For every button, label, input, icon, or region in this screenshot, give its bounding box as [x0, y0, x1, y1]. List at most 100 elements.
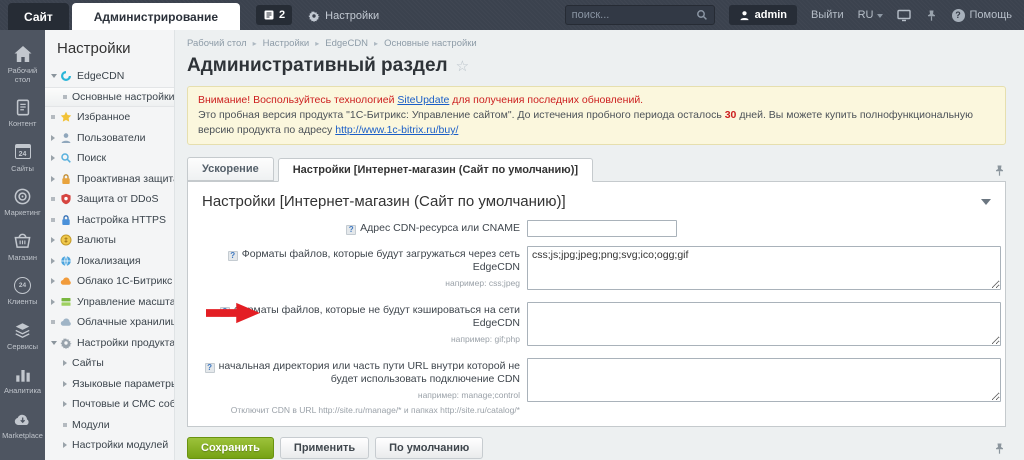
help-button[interactable]: ? Помощь [951, 8, 1012, 22]
bullet-icon [63, 423, 72, 427]
rail-item-marketplace[interactable]: Marketplace [0, 403, 45, 448]
tab-administration[interactable]: Администрирование [71, 3, 241, 30]
rail-item-content[interactable]: Контент [0, 91, 45, 136]
chevron-collapsed-icon[interactable] [63, 360, 72, 366]
top-bar: Сайт Администрирование 2 Настройки admin… [0, 0, 1024, 30]
favorite-star-icon[interactable]: ☆ [456, 57, 469, 75]
collapse-chevron-icon[interactable] [981, 198, 991, 205]
menu-item-scaling[interactable]: Управление масштабирова [45, 292, 174, 313]
bullet-icon [51, 320, 60, 324]
chevron-collapsed-icon[interactable] [51, 258, 60, 264]
menu-item-currencies[interactable]: Валюты [45, 230, 174, 251]
menu-item-main-settings[interactable]: Основные настройки [45, 86, 174, 107]
bullet-icon [51, 115, 60, 119]
panel-heading: Настройки [Интернет-магазин (Сайт по умо… [202, 193, 566, 210]
menu-item-localization[interactable]: Локализация [45, 251, 174, 272]
breadcrumb-item[interactable]: Настройки [263, 38, 310, 49]
field-row-formats-load: ? Форматы файлов, которые будут загружать… [188, 246, 1005, 293]
calendar-icon: 24 [13, 142, 33, 162]
default-button[interactable]: По умолчанию [375, 437, 484, 459]
tab-settings-store[interactable]: Настройки [Интернет-магазин (Сайт по умо… [277, 158, 594, 182]
start-directory-textarea[interactable] [527, 358, 1001, 402]
chevron-collapsed-icon[interactable] [51, 237, 60, 243]
menu-item-proactive-protection[interactable]: Проактивная защита [45, 169, 174, 190]
formats-nocache-textarea[interactable] [527, 302, 1001, 346]
field-help-icon[interactable]: ? [204, 363, 215, 373]
breadcrumb-item[interactable]: Рабочий стол [187, 38, 247, 49]
menu-item-ddos-protection[interactable]: Защита от DDoS [45, 189, 174, 210]
field-hint: например: css;jpeg [445, 278, 520, 288]
rail-item-services[interactable]: Сервисы [0, 314, 45, 359]
search-icon[interactable] [696, 9, 708, 21]
menu-item-language-params[interactable]: Языковые параметры [45, 374, 174, 395]
apply-button[interactable]: Применить [279, 437, 370, 459]
chevron-expanded-icon[interactable] [51, 341, 60, 345]
pin-icon[interactable] [993, 164, 1006, 177]
menu-item-https-settings[interactable]: Настройка HTTPS [45, 210, 174, 231]
rail-item-desktop[interactable]: Рабочий стол [0, 38, 45, 91]
save-button[interactable]: Сохранить [187, 437, 274, 459]
cloud-download-icon [13, 409, 33, 429]
buy-link[interactable]: http://www.1c-bitrix.ru/buy/ [335, 124, 458, 136]
basket-icon [13, 231, 33, 251]
chevron-collapsed-icon[interactable] [63, 442, 72, 448]
chart-icon [13, 364, 33, 384]
tab-site[interactable]: Сайт [8, 3, 69, 30]
breadcrumb-item[interactable]: EdgeCDN [325, 38, 368, 49]
lock-blue-icon [60, 214, 74, 226]
menu-item-modules[interactable]: Модули [45, 415, 174, 436]
user-icon [739, 10, 750, 21]
language-select[interactable]: RU [858, 9, 883, 21]
menu-item-edgecdn[interactable]: EdgeCDN [45, 66, 174, 87]
menu-item-bitrix-cloud[interactable]: Облако 1С-Битрикс [45, 271, 174, 292]
home-icon [13, 44, 33, 64]
chevron-collapsed-icon[interactable] [51, 135, 60, 141]
rail-item-store[interactable]: Магазин [0, 225, 45, 270]
days-remaining: 30 [724, 109, 737, 121]
menu-item-favorites[interactable]: Избранное [45, 107, 174, 128]
menu-item-mail-sms-events[interactable]: Почтовые и СМС события [45, 394, 174, 415]
menu-item-users[interactable]: Пользователи [45, 128, 174, 149]
module-rail: Рабочий стол Контент 24 Сайты Маркетинг … [0, 30, 45, 460]
menu-item-cloud-storage[interactable]: Облачные хранилища [45, 312, 174, 333]
message-icon [263, 9, 275, 21]
field-help-icon[interactable]: ? [227, 251, 238, 261]
server-icon [60, 296, 74, 308]
menu-item-autocache[interactable]: Автокеширование [45, 456, 174, 460]
rail-item-analytics[interactable]: Аналитика [0, 358, 45, 403]
question-icon: ? [951, 8, 965, 22]
star-icon [60, 111, 74, 123]
form-actions: Сохранить Применить По умолчанию [187, 437, 1006, 459]
panel-toggle-icon[interactable] [896, 8, 911, 22]
siteupdate-link[interactable]: SiteUpdate [397, 94, 449, 106]
chevron-collapsed-icon[interactable] [63, 381, 72, 387]
breadcrumb-item[interactable]: Основные настройки [384, 38, 477, 49]
topbar-settings-button[interactable]: Настройки [308, 10, 379, 22]
pin-icon[interactable] [925, 9, 938, 22]
user-menu-button[interactable]: admin [728, 5, 798, 25]
search-input[interactable] [571, 9, 696, 21]
chevron-collapsed-icon[interactable] [51, 155, 60, 161]
menu-item-sites[interactable]: Сайты [45, 353, 174, 374]
menu-item-product-settings[interactable]: Настройки продукта [45, 333, 174, 354]
rail-item-sites[interactable]: 24 Сайты [0, 136, 45, 181]
rail-item-marketing[interactable]: Маркетинг [0, 180, 45, 225]
chevron-collapsed-icon[interactable] [51, 176, 60, 182]
chevron-collapsed-icon[interactable] [51, 299, 60, 305]
field-hint: например: gif;php [450, 334, 520, 344]
menu-item-module-settings[interactable]: Настройки модулей [45, 435, 174, 456]
rail-item-clients[interactable]: 24 Клиенты [0, 269, 45, 314]
tab-acceleration[interactable]: Ускорение [187, 157, 274, 181]
chevron-collapsed-icon[interactable] [51, 278, 60, 284]
logout-link[interactable]: Выйти [811, 9, 844, 21]
globe-icon [60, 255, 74, 267]
field-help-icon[interactable]: ? [346, 225, 357, 235]
chevron-collapsed-icon[interactable] [63, 401, 72, 407]
coin-icon [60, 234, 74, 246]
cdn-address-input[interactable] [527, 220, 677, 237]
menu-item-search[interactable]: Поиск [45, 148, 174, 169]
notifications-badge[interactable]: 2 [256, 5, 293, 25]
formats-load-textarea[interactable]: css;js;jpg;jpeg;png;svg;ico;ogg;gif [527, 246, 1001, 290]
chevron-expanded-icon[interactable] [51, 74, 60, 78]
pin-icon[interactable] [993, 442, 1006, 455]
